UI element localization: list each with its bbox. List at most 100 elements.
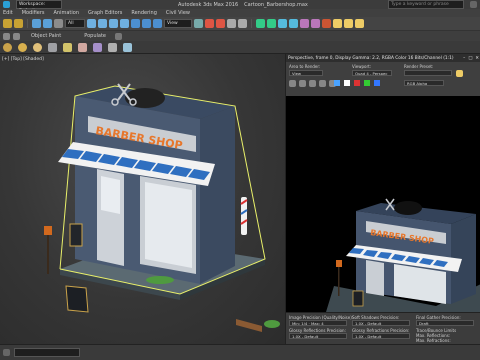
frame-window-title-bar: Perspective, frame 0, Display Gamma: 2.2… bbox=[286, 54, 480, 62]
render-preset-label: Render Preset: bbox=[404, 64, 434, 69]
final-gather-dropdown[interactable]: Draft bbox=[416, 320, 474, 326]
ribbon-bar: Object Paint Populate bbox=[0, 31, 480, 41]
paint-tool-icon[interactable] bbox=[108, 42, 117, 52]
mono-toggle[interactable] bbox=[374, 80, 380, 86]
main-toolbar: All View bbox=[0, 17, 480, 31]
maximize-button[interactable]: □ bbox=[468, 56, 472, 61]
selection-filter[interactable]: All bbox=[65, 19, 85, 28]
title-bar: Workspace: Default Autodesk 3ds Max 2016… bbox=[0, 0, 480, 14]
print-image-icon[interactable] bbox=[319, 80, 326, 87]
channel-display-dropdown[interactable]: RGB Alpha bbox=[404, 80, 444, 86]
minimize-button[interactable]: – bbox=[463, 56, 465, 61]
app-logo-icon[interactable] bbox=[3, 1, 10, 8]
planter bbox=[146, 276, 174, 284]
spinner-snap-icon[interactable] bbox=[238, 19, 247, 28]
workspace-selector[interactable]: Workspace: Default bbox=[16, 0, 62, 14]
red-channel-toggle[interactable] bbox=[334, 80, 340, 86]
shop-window-glass bbox=[145, 182, 192, 268]
people-tool-icon[interactable] bbox=[93, 42, 102, 52]
glossy-refractions-dropdown[interactable]: 1.0X - Default bbox=[352, 333, 410, 339]
unlink-icon[interactable] bbox=[43, 19, 52, 28]
schematic-view-icon[interactable] bbox=[311, 19, 320, 28]
fill-tool-icon[interactable] bbox=[123, 42, 132, 52]
search-input[interactable]: Type a keyword or phrase bbox=[388, 0, 464, 9]
frame-window-title: Perspective, frame 0, Display Gamma: 2.2… bbox=[288, 55, 454, 61]
window-crossing-icon[interactable] bbox=[120, 19, 129, 28]
flows-tool-icon[interactable] bbox=[18, 42, 27, 52]
reference-coordinate-system[interactable]: View bbox=[164, 19, 192, 28]
scale-icon[interactable] bbox=[153, 19, 162, 28]
file-name: Cartoon_Barbershop.max bbox=[244, 1, 308, 8]
soft-shadows-dropdown[interactable]: 1.0X - Default bbox=[352, 320, 410, 326]
rectangular-selection-icon[interactable] bbox=[109, 19, 118, 28]
layer-explorer-icon[interactable] bbox=[289, 19, 298, 28]
frame-window-controls: Area to Render: View Viewport: Quad 4 - … bbox=[286, 62, 480, 96]
save-image-icon[interactable] bbox=[289, 80, 296, 87]
render-production-icon[interactable] bbox=[355, 19, 364, 28]
align-icon[interactable] bbox=[267, 19, 276, 28]
close-button[interactable]: ✕ bbox=[475, 56, 479, 61]
viewport-dropdown-label: Viewport: bbox=[352, 64, 372, 69]
material-editor-icon[interactable] bbox=[322, 19, 331, 28]
hanging-sign bbox=[69, 223, 83, 247]
viewport-dropdown[interactable]: Quad 4 - Perspec bbox=[352, 70, 392, 76]
maxscript-listener-icon[interactable] bbox=[3, 349, 10, 356]
alpha-channel-toggle[interactable] bbox=[364, 80, 370, 86]
area-to-render-dropdown[interactable]: View bbox=[289, 70, 323, 76]
idle-areas-tool-icon[interactable] bbox=[33, 42, 42, 52]
ribbon-options-icon[interactable] bbox=[114, 32, 122, 40]
move-icon[interactable] bbox=[131, 19, 140, 28]
display-tool-icon[interactable] bbox=[63, 42, 72, 52]
percent-snap-icon[interactable] bbox=[227, 19, 236, 28]
perspective-viewport[interactable]: [+] [Top] [Shaded] BARBER SHOP bbox=[0, 54, 285, 344]
render-settings-panel: Image Precision (Quality/Noise): Min: 1/… bbox=[286, 312, 480, 344]
app-title: Autodesk 3ds Max 2016 bbox=[178, 1, 239, 8]
render-button-icon[interactable] bbox=[456, 70, 463, 77]
menu-item-civil-view[interactable]: Civil View bbox=[166, 10, 190, 16]
rotate-icon[interactable] bbox=[142, 19, 151, 28]
green-channel-toggle[interactable] bbox=[344, 80, 350, 86]
angle-snap-icon[interactable] bbox=[216, 19, 225, 28]
pivot-center-icon[interactable] bbox=[194, 19, 203, 28]
rendered-frame-window[interactable]: Perspective, frame 0, Display Gamma: 2.2… bbox=[285, 54, 480, 344]
copy-image-icon[interactable] bbox=[299, 80, 306, 87]
select-by-name-icon[interactable] bbox=[98, 19, 107, 28]
menu-item-graph-editors[interactable]: Graph Editors bbox=[88, 10, 122, 16]
populate-tool-icon[interactable] bbox=[3, 42, 12, 52]
rendered-frame-window-icon[interactable] bbox=[344, 19, 353, 28]
render-setup-icon[interactable] bbox=[333, 19, 342, 28]
simulate-tool-icon[interactable] bbox=[48, 42, 57, 52]
render-output-area[interactable]: BARBER SHOP bbox=[286, 96, 480, 312]
help-icon[interactable] bbox=[470, 1, 477, 8]
mirror-icon[interactable] bbox=[256, 19, 265, 28]
menu-item-modifiers[interactable]: Modifiers bbox=[22, 10, 45, 16]
maxscript-input[interactable] bbox=[14, 348, 80, 357]
snaps-toggle-icon[interactable] bbox=[205, 19, 214, 28]
select-object-icon[interactable] bbox=[87, 19, 96, 28]
redo-icon[interactable] bbox=[14, 19, 23, 28]
image-precision-slider[interactable]: Min: 1/4 · Max: 4 bbox=[289, 320, 347, 326]
render-preset-dropdown[interactable] bbox=[404, 70, 452, 76]
side-wall bbox=[200, 106, 235, 284]
link-icon[interactable] bbox=[32, 19, 41, 28]
blue-channel-toggle[interactable] bbox=[354, 80, 360, 86]
curve-editor-icon[interactable] bbox=[300, 19, 309, 28]
menu-item-rendering[interactable]: Rendering bbox=[131, 10, 157, 16]
ribbon-toggle-icon[interactable] bbox=[3, 32, 10, 40]
door-glass bbox=[101, 176, 120, 214]
viewport-label[interactable]: [+] [Top] [Shaded] bbox=[2, 57, 44, 62]
bind-space-warp-icon[interactable] bbox=[54, 19, 63, 28]
street-lamp-post bbox=[47, 234, 49, 274]
area-to-render-label: Area to Render: bbox=[289, 64, 321, 69]
menu-item-animation[interactable]: Animation bbox=[54, 10, 80, 16]
menu-item-edit[interactable]: Edit bbox=[3, 10, 13, 16]
undo-icon[interactable] bbox=[3, 19, 12, 28]
glossy-reflections-dropdown[interactable]: 1.0X - Default bbox=[289, 333, 347, 339]
clone-window-icon[interactable] bbox=[309, 80, 316, 87]
scene-explorer-icon[interactable] bbox=[278, 19, 287, 28]
populate-tab[interactable]: Populate bbox=[84, 33, 106, 39]
menu-bar: Edit Modifiers Animation Graph Editors R… bbox=[0, 9, 480, 17]
ribbon-tab-icon[interactable] bbox=[13, 32, 20, 40]
object-paint-tab[interactable]: Object Paint bbox=[31, 33, 61, 39]
edit-selected-tool-icon[interactable] bbox=[78, 42, 87, 52]
